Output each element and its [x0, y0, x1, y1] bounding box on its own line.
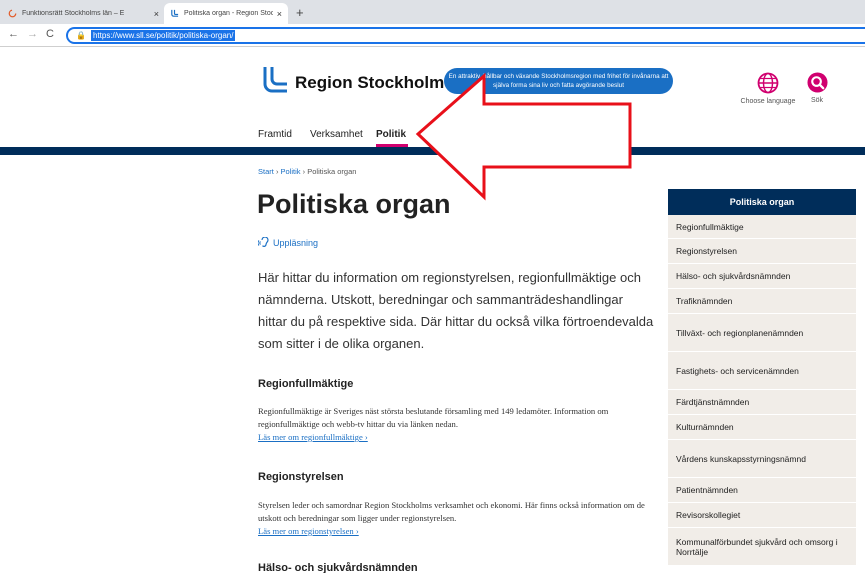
- sidebar-item[interactable]: Hälso- och sjukvårdsnämnden: [668, 264, 856, 289]
- browser-tab-active[interactable]: Politiska organ - Region Stockh ×: [164, 3, 288, 24]
- section-heading: Regionstyrelsen: [258, 471, 344, 483]
- search-button[interactable]: Sök: [804, 72, 830, 104]
- choose-language-label: Choose language: [740, 98, 796, 105]
- lock-icon: 🔒: [76, 31, 86, 40]
- browser-tab-title: Funktionsrätt Stockholms län – E: [22, 10, 125, 17]
- breadcrumb-current: Politiska organ: [307, 167, 357, 176]
- nav-item-framtid[interactable]: Framtid: [258, 129, 292, 140]
- page-intro: Här hittar du information om regionstyre…: [258, 270, 654, 351]
- breadcrumb-politik[interactable]: Politik: [281, 167, 301, 176]
- back-button[interactable]: ←: [8, 28, 19, 40]
- section-body: Styrelsen leder och samordnar Region Sto…: [258, 500, 645, 523]
- search-label: Sök: [810, 97, 824, 104]
- choose-language-button[interactable]: Choose language: [736, 72, 800, 105]
- loading-spinner-icon: [8, 9, 17, 18]
- browser-tab-title: Politiska organ - Region Stockh: [184, 10, 273, 17]
- page-title: Politiska organ: [257, 189, 451, 219]
- globe-icon: [757, 72, 779, 94]
- region-stockholm-favicon-icon: [171, 9, 179, 17]
- sidebar-item[interactable]: Trafiknämnden: [668, 289, 856, 314]
- nav-item-kontakt[interactable]: Kontakt: [508, 129, 542, 140]
- forward-button[interactable]: →: [27, 28, 38, 40]
- sidebar-item[interactable]: Kulturnämnden: [668, 415, 856, 440]
- sidebar-item[interactable]: Tillväxt- och regionplanenämnden: [668, 314, 856, 352]
- sidebar-item[interactable]: Vårdens kunskapsstyrningsnämnd: [668, 440, 856, 478]
- sidebar-item[interactable]: Revisorskollegiet: [668, 503, 856, 528]
- section-heading: Hälso- och sjukvårdsnämnden: [258, 562, 418, 573]
- sidebar-item[interactable]: Patientnämnden: [668, 478, 856, 503]
- breadcrumb-separator: ›: [275, 167, 279, 176]
- nav-item-verksamhet[interactable]: Verksamhet: [310, 129, 363, 140]
- new-tab-button[interactable]: +: [296, 5, 304, 20]
- sidebar-title: Politiska organ: [668, 189, 856, 215]
- nav-item-jobb[interactable]: bb: [484, 129, 495, 140]
- sidebar-item[interactable]: Färdtjänstnämnden: [668, 390, 856, 415]
- read-more-link[interactable]: Läs mer om regionstyrelsen ›: [258, 526, 359, 536]
- read-aloud-label: Uppläsning: [273, 238, 319, 248]
- breadcrumb: Start › Politik › Politiska organ: [258, 167, 356, 176]
- sidebar-item[interactable]: Fastighets- och servicenämnden: [668, 352, 856, 390]
- speaker-icon: [258, 237, 269, 247]
- url-input[interactable]: 🔒 https://www.sll.se/politik/politiska-o…: [66, 27, 865, 44]
- read-aloud-button[interactable]: Uppläsning: [258, 237, 318, 249]
- section-text: Regionfullmäktige är Sveriges näst störs…: [258, 405, 654, 444]
- browser-tab-bar: Funktionsrätt Stockholms län – E × Polit…: [0, 0, 865, 24]
- search-icon: [806, 72, 828, 93]
- site-logo[interactable]: Region Stockholm: [258, 66, 444, 96]
- section-body: Regionfullmäktige är Sveriges näst störs…: [258, 406, 609, 429]
- section-text: Styrelsen leder och samordnar Region Sto…: [258, 499, 654, 538]
- nav-divider: [0, 147, 865, 155]
- close-tab-icon[interactable]: ×: [277, 9, 282, 19]
- breadcrumb-start[interactable]: Start: [258, 167, 274, 176]
- tagline-badge: En attraktiv, hållbar och växande Stockh…: [444, 68, 673, 94]
- sidebar-item[interactable]: Regionfullmäktige: [668, 215, 856, 239]
- reload-button[interactable]: C: [46, 28, 54, 40]
- section-heading: Regionfullmäktige: [258, 378, 354, 390]
- read-more-link[interactable]: Läs mer om regionfullmäktige ›: [258, 432, 368, 442]
- sidebar-politiska-organ: Politiska organ Regionfullmäktige Region…: [668, 189, 856, 573]
- nav-item-press[interactable]: Press: [555, 129, 581, 140]
- sidebar-item[interactable]: Kommunalförbundet sjukvård och omsorg i …: [668, 528, 856, 566]
- nav-item-politik[interactable]: Politik: [376, 129, 406, 140]
- browser-tab[interactable]: Funktionsrätt Stockholms län – E ×: [2, 3, 165, 24]
- sidebar-item[interactable]: Regionstyrelsen: [668, 239, 856, 264]
- url-text: https://www.sll.se/politik/politiska-org…: [90, 30, 236, 41]
- logo-text: Region Stockholm: [295, 73, 445, 92]
- region-stockholm-logo-icon: [263, 67, 287, 93]
- address-bar: ← → C 🔒 https://www.sll.se/politik/polit…: [0, 24, 865, 47]
- close-tab-icon[interactable]: ×: [154, 9, 159, 19]
- breadcrumb-separator: ›: [302, 167, 306, 176]
